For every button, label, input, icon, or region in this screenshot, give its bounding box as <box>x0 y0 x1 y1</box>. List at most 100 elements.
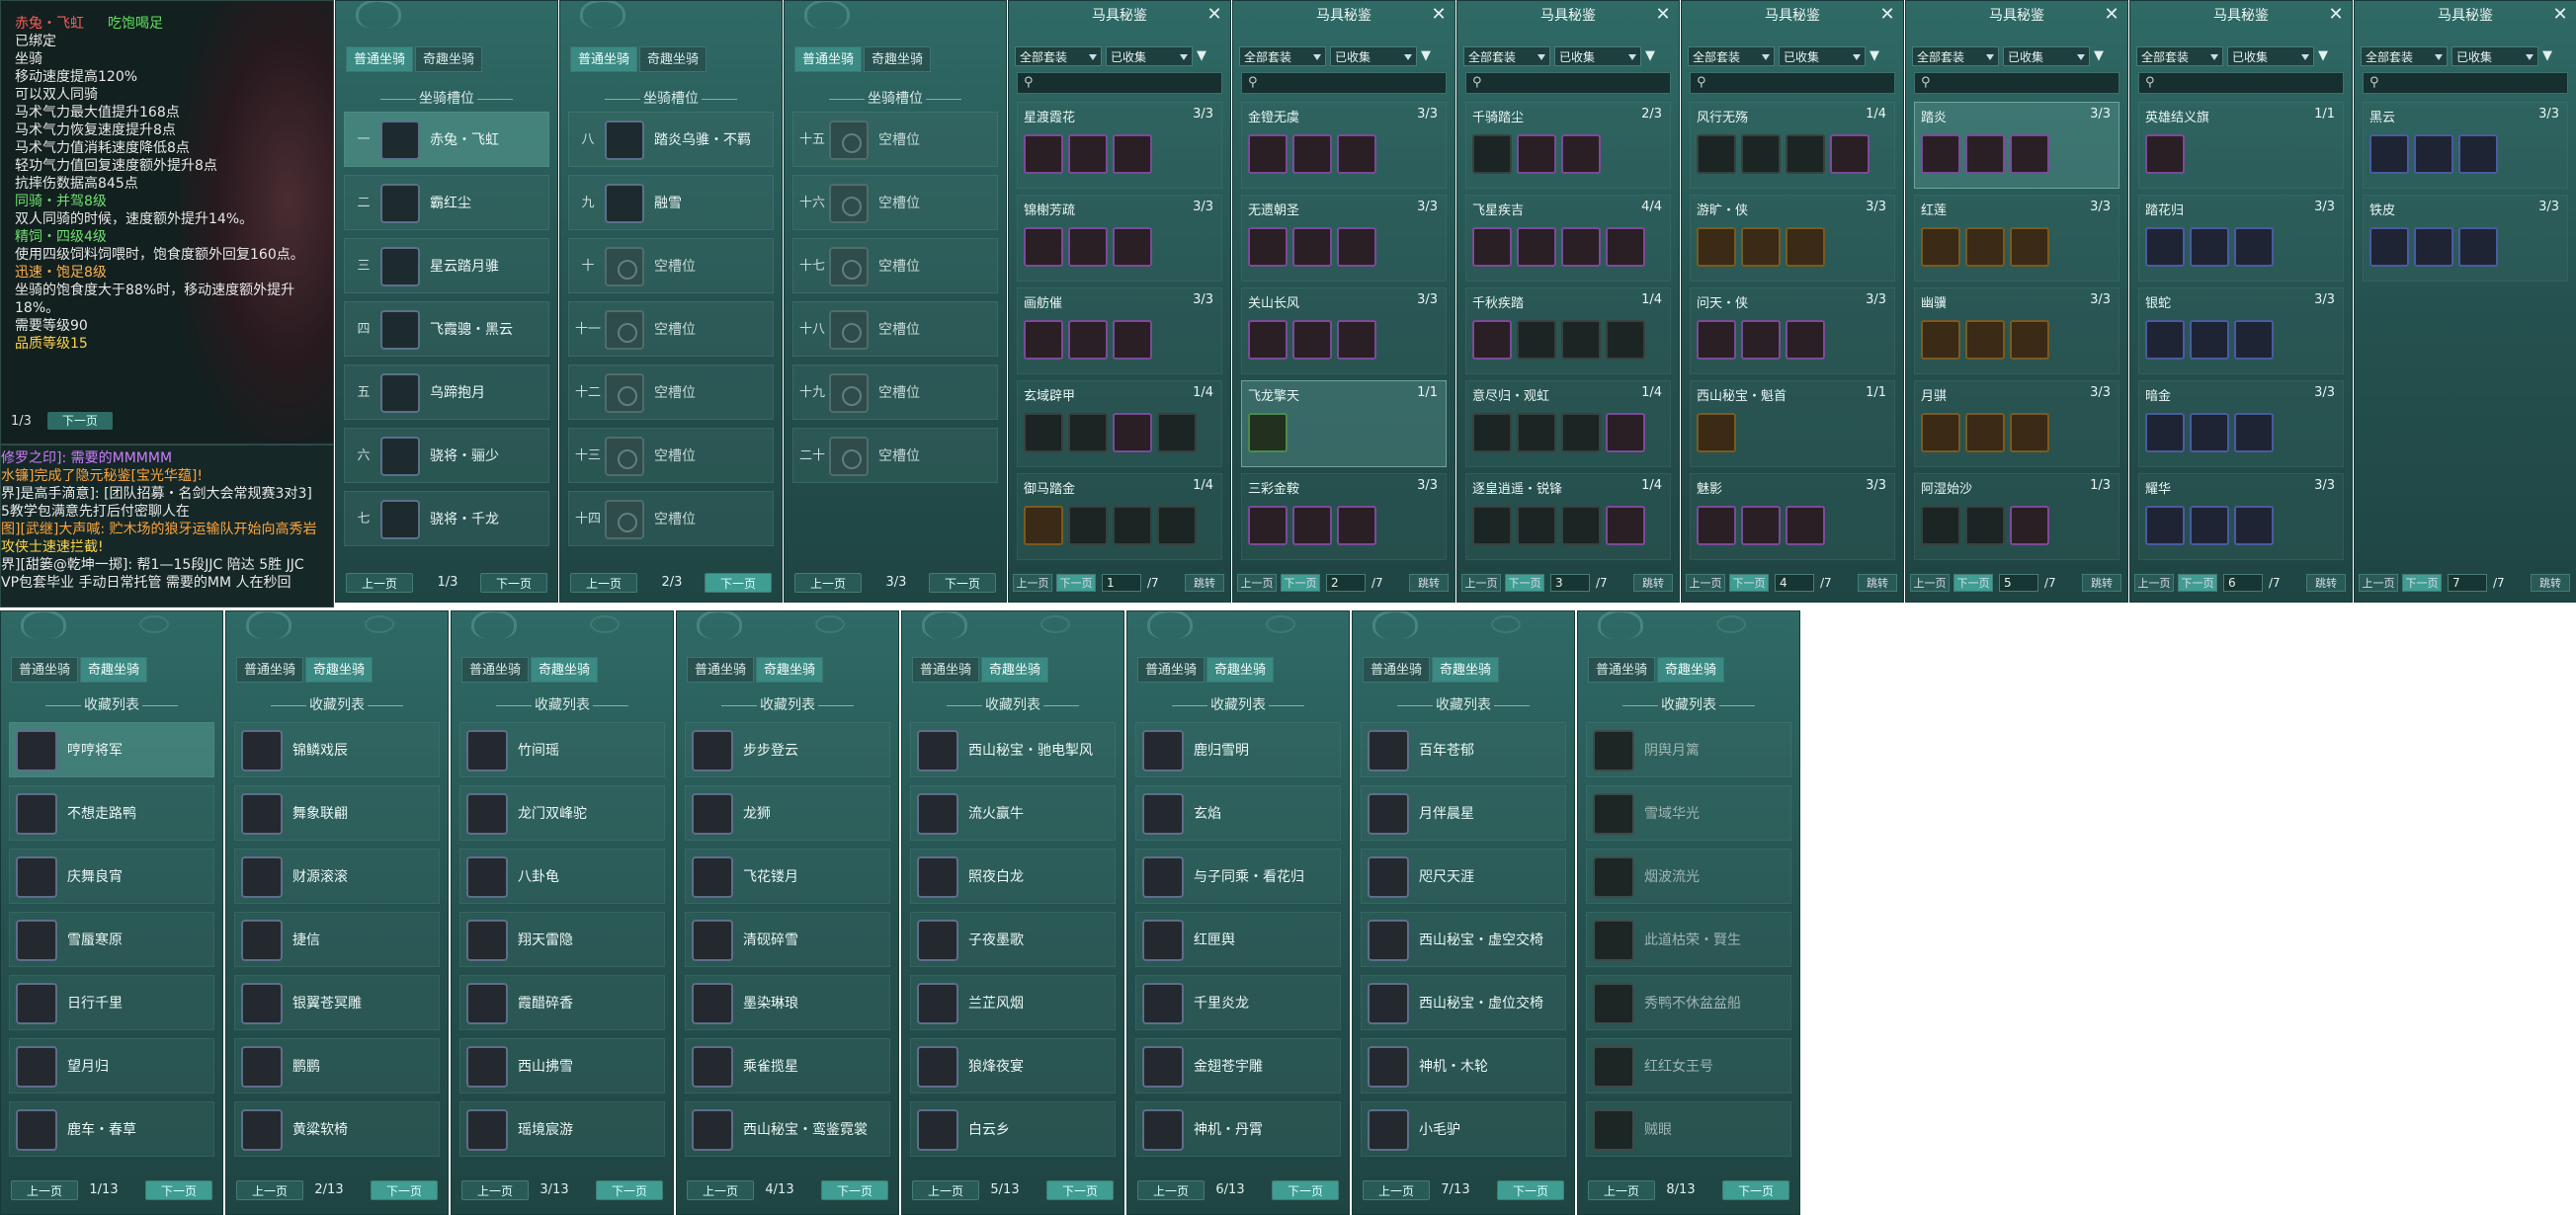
saddle-set[interactable]: 三彩金鞍 3/3 <box>1241 473 1447 560</box>
collection-item[interactable]: 不想走路鸭 <box>9 785 214 841</box>
collection-item[interactable]: 竹间瑶 <box>459 722 665 777</box>
prev-page-button[interactable]: 上一页 <box>1910 574 1950 592</box>
saddle-piece-icon[interactable] <box>1921 134 1960 174</box>
saddle-piece-icon[interactable] <box>2190 506 2229 545</box>
collection-item[interactable]: 清砚碎雪 <box>685 912 890 967</box>
tab-normal-mounts[interactable]: 普通坐骑 <box>461 657 530 683</box>
tab-normal-mounts[interactable]: 普通坐骑 <box>912 657 980 683</box>
saddle-piece-icon[interactable] <box>1024 134 1063 174</box>
next-page-button[interactable]: 下一页 <box>1056 574 1096 592</box>
collection-item[interactable]: 子夜墨歌 <box>910 912 1116 967</box>
tab-normal-mounts[interactable]: 普通坐骑 <box>11 657 79 683</box>
prev-page-button[interactable]: 上一页 <box>687 1180 754 1200</box>
saddle-piece-icon[interactable] <box>1606 413 1645 452</box>
saddle-search-input[interactable]: ⚲ <box>2138 72 2344 94</box>
jump-button[interactable]: 跳转 <box>1185 574 1224 592</box>
saddle-piece-icon[interactable] <box>1113 506 1152 545</box>
jump-button[interactable]: 跳转 <box>1633 574 1673 592</box>
saddle-piece-icon[interactable] <box>1697 134 1736 174</box>
saddle-set[interactable]: 铁皮 3/3 <box>2363 195 2568 282</box>
saddle-piece-icon[interactable] <box>2190 320 2229 360</box>
filter-icon[interactable]: ▼ <box>1870 48 1883 64</box>
saddle-piece-icon[interactable] <box>2145 506 2185 545</box>
collection-item[interactable]: 雪域华光 <box>1586 785 1791 841</box>
tab-fun-mounts[interactable]: 奇趣坐骑 <box>415 46 483 72</box>
saddle-piece-icon[interactable] <box>2010 506 2049 545</box>
saddle-piece-icon[interactable] <box>1292 227 1332 267</box>
saddle-piece-icon[interactable] <box>2145 227 2185 267</box>
prev-page-button[interactable]: 上一页 <box>2359 574 2398 592</box>
collection-item[interactable]: 神机・丹霄 <box>1135 1101 1341 1157</box>
collection-item[interactable]: 小毛驴 <box>1361 1101 1566 1157</box>
collection-item[interactable]: 黄粱软椅 <box>234 1101 440 1157</box>
next-page-button[interactable]: 下一页 <box>2178 574 2217 592</box>
prev-page-button[interactable]: 上一页 <box>1237 574 1277 592</box>
collection-item[interactable]: 与子同乘・看花归 <box>1135 849 1341 904</box>
set-filter-dropdown[interactable]: 全部套装 <box>1912 46 1999 66</box>
prev-page-button[interactable]: 上一页 <box>346 573 413 593</box>
set-filter-dropdown[interactable]: 全部套装 <box>2136 46 2223 66</box>
saddle-set[interactable]: 魅影 3/3 <box>1690 473 1895 560</box>
saddle-piece-icon[interactable] <box>1517 134 1556 174</box>
next-page-button[interactable]: 下一页 <box>1497 1180 1564 1200</box>
tab-fun-mounts[interactable]: 奇趣坐骑 <box>981 657 1049 683</box>
saddle-piece-icon[interactable] <box>2234 413 2274 452</box>
saddle-piece-icon[interactable] <box>1921 413 1960 452</box>
page-number-input[interactable]: 5 <box>1999 574 2038 592</box>
saddle-piece-icon[interactable] <box>1965 506 2005 545</box>
saddle-piece-icon[interactable] <box>1606 506 1645 545</box>
collected-filter-dropdown[interactable]: 已收集 <box>2451 46 2538 66</box>
saddle-piece-icon[interactable] <box>1472 320 1512 360</box>
saddle-set[interactable]: 月骐 3/3 <box>1914 380 2119 467</box>
collection-item[interactable]: 玄焰 <box>1135 785 1341 841</box>
saddle-piece-icon[interactable] <box>1517 506 1556 545</box>
close-icon[interactable]: ✕ <box>1205 5 1224 25</box>
saddle-piece-icon[interactable] <box>1965 413 2005 452</box>
prev-page-button[interactable]: 上一页 <box>2134 574 2174 592</box>
collected-filter-dropdown[interactable]: 已收集 <box>2227 46 2314 66</box>
saddle-piece-icon[interactable] <box>1786 134 1825 174</box>
saddle-set[interactable]: 飞星疾吉 4/4 <box>1465 195 1671 282</box>
saddle-piece-icon[interactable] <box>1561 227 1601 267</box>
saddle-piece-icon[interactable] <box>1024 506 1063 545</box>
seat-slot[interactable]: 十 空槽位 <box>568 238 774 293</box>
set-filter-dropdown[interactable]: 全部套装 <box>1463 46 1550 66</box>
filter-icon[interactable]: ▼ <box>2318 48 2332 64</box>
next-page-button[interactable]: 下一页 <box>1722 1180 1789 1200</box>
saddle-piece-icon[interactable] <box>1697 320 1736 360</box>
saddle-piece-icon[interactable] <box>1472 227 1512 267</box>
seat-slot[interactable]: 十二 空槽位 <box>568 364 774 420</box>
saddle-piece-icon[interactable] <box>2145 320 2185 360</box>
page-number-input[interactable]: 7 <box>2448 574 2487 592</box>
saddle-piece-icon[interactable] <box>1921 320 1960 360</box>
filter-icon[interactable]: ▼ <box>2094 48 2108 64</box>
prev-page-button[interactable]: 上一页 <box>1363 1180 1430 1200</box>
prev-page-button[interactable]: 上一页 <box>570 573 637 593</box>
saddle-piece-icon[interactable] <box>1741 134 1781 174</box>
tooltip-next-button[interactable]: 下一页 <box>46 412 113 430</box>
saddle-search-input[interactable]: ⚲ <box>1690 72 1895 94</box>
page-number-input[interactable]: 4 <box>1775 574 1814 592</box>
saddle-set[interactable]: 星渡霞花 3/3 <box>1017 102 1222 189</box>
set-filter-dropdown[interactable]: 全部套装 <box>1688 46 1775 66</box>
jump-button[interactable]: 跳转 <box>1858 574 1897 592</box>
prev-page-button[interactable]: 上一页 <box>912 1180 979 1200</box>
tab-fun-mounts[interactable]: 奇趣坐骑 <box>531 657 599 683</box>
collection-item[interactable]: 步步登云 <box>685 722 890 777</box>
saddle-search-input[interactable]: ⚲ <box>1017 72 1222 94</box>
prev-page-button[interactable]: 上一页 <box>1137 1180 1205 1200</box>
tab-normal-mounts[interactable]: 普通坐骑 <box>1588 657 1656 683</box>
collection-item[interactable]: 瑶境宸游 <box>459 1101 665 1157</box>
collection-item[interactable]: 鹏鹏 <box>234 1038 440 1094</box>
collection-item[interactable]: 神机・木轮 <box>1361 1038 1566 1094</box>
saddle-piece-icon[interactable] <box>1965 227 2005 267</box>
saddle-piece-icon[interactable] <box>1337 134 1376 174</box>
prev-page-button[interactable]: 上一页 <box>794 573 862 593</box>
collection-item[interactable]: 庆舞良宵 <box>9 849 214 904</box>
collection-item[interactable]: 西山拂雪 <box>459 1038 665 1094</box>
saddle-piece-icon[interactable] <box>1113 320 1152 360</box>
next-page-button[interactable]: 下一页 <box>1272 1180 1339 1200</box>
saddle-set[interactable]: 踏花归 3/3 <box>2138 195 2344 282</box>
saddle-set[interactable]: 千骑踏尘 2/3 <box>1465 102 1671 189</box>
prev-page-button[interactable]: 上一页 <box>461 1180 529 1200</box>
